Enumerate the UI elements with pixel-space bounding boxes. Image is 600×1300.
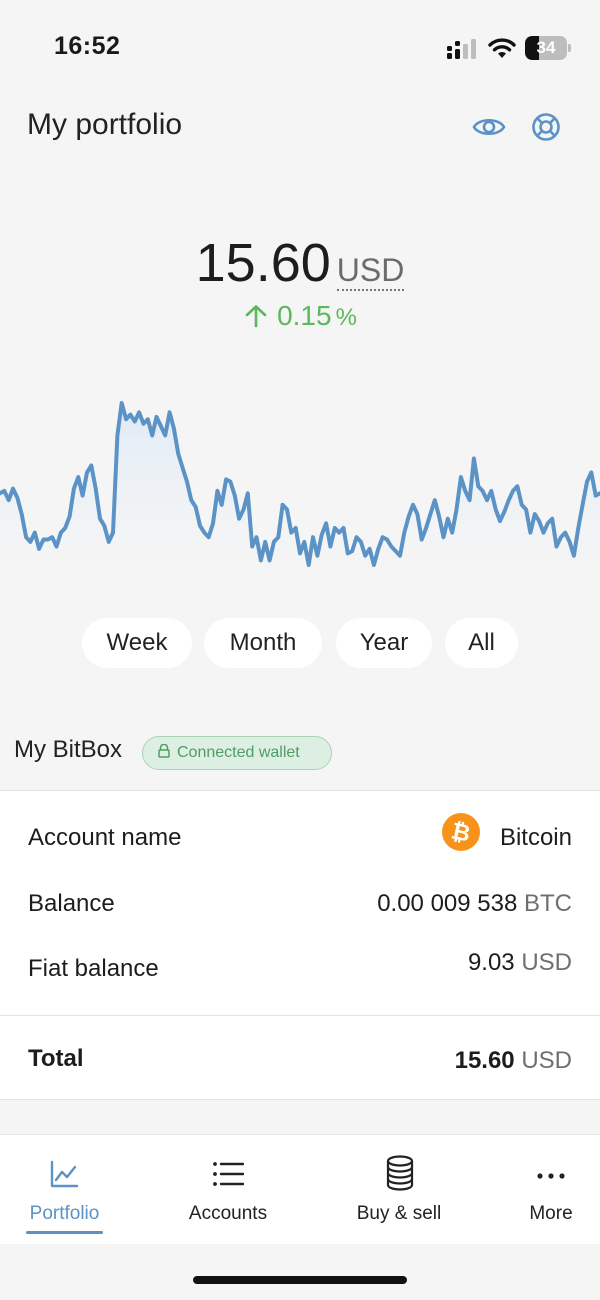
nav-more-label: More bbox=[529, 1203, 573, 1224]
battery-level: 34 bbox=[536, 38, 556, 57]
fiat-balance-label: Fiat balance bbox=[28, 955, 159, 982]
bottom-nav: Portfolio Accounts Buy & sell More bbox=[0, 1134, 600, 1244]
tab-month[interactable]: Month bbox=[204, 618, 322, 668]
wifi-icon bbox=[488, 38, 516, 58]
list-icon bbox=[213, 1162, 244, 1186]
portfolio-amount: 15.60 USD bbox=[0, 232, 600, 294]
balance-unit: BTC bbox=[524, 890, 572, 917]
tab-all[interactable]: All bbox=[445, 618, 518, 668]
device-label: My BitBox bbox=[14, 736, 123, 763]
tab-year[interactable]: Year bbox=[336, 618, 432, 668]
total-amount: 15.60 bbox=[454, 1047, 515, 1074]
account-name-value: Bitcoin bbox=[499, 824, 572, 851]
percent-change: 0.15% bbox=[0, 300, 600, 332]
lock-icon bbox=[158, 744, 170, 759]
status-time: 16:52 bbox=[54, 32, 121, 60]
amount-value: 15.60 bbox=[195, 233, 331, 293]
arrow-up-icon bbox=[245, 304, 267, 327]
lifebuoy-icon[interactable] bbox=[530, 111, 562, 143]
battery-cap bbox=[568, 44, 571, 52]
nav-buy-sell-label: Buy & sell bbox=[356, 1203, 442, 1224]
status-bar: 16:52 34 bbox=[0, 0, 600, 90]
balance-value: 0.00 009 538 BTC bbox=[377, 890, 572, 918]
portfolio-chart[interactable] bbox=[0, 385, 600, 585]
total-value: 15.60 USD bbox=[455, 1047, 572, 1075]
bitcoin-icon: ₿ bbox=[442, 813, 480, 851]
fiat-balance-value: 9.03 USD bbox=[468, 949, 572, 977]
battery-body: 34 bbox=[525, 36, 567, 60]
account-name-label: Account name bbox=[28, 824, 182, 851]
nav-portfolio-label: Portfolio bbox=[29, 1203, 100, 1224]
change-unit: % bbox=[335, 304, 357, 331]
badge-label: Connected wallet bbox=[177, 744, 300, 761]
fiat-unit: USD bbox=[521, 949, 572, 976]
total-label: Total bbox=[28, 1045, 84, 1072]
connected-wallet-badge: Connected wallet bbox=[142, 736, 332, 770]
card-divider bbox=[0, 1015, 600, 1016]
total-unit: USD bbox=[521, 1047, 572, 1074]
nav-accounts[interactable]: Accounts bbox=[164, 1135, 292, 1245]
eye-icon[interactable] bbox=[472, 112, 506, 142]
nav-accounts-label: Accounts bbox=[188, 1203, 268, 1224]
nav-more[interactable]: More bbox=[506, 1135, 596, 1245]
fiat-amount: 9.03 bbox=[467, 949, 515, 976]
coins-icon bbox=[386, 1155, 414, 1191]
balance-label: Balance bbox=[28, 890, 115, 917]
battery-indicator: 34 bbox=[525, 36, 571, 60]
range-tabs: Week Month Year All bbox=[0, 618, 600, 670]
account-card[interactable]: Account name ₿ Bitcoin Balance 0.00 009 … bbox=[0, 790, 600, 1100]
tab-week[interactable]: Week bbox=[82, 618, 192, 668]
change-value: 0.15 bbox=[277, 300, 332, 331]
more-icon bbox=[537, 1173, 565, 1179]
home-indicator bbox=[193, 1276, 407, 1284]
chart-icon bbox=[50, 1160, 79, 1188]
nav-buy-sell[interactable]: Buy & sell bbox=[330, 1135, 468, 1245]
cellular-signal-icon bbox=[447, 39, 476, 59]
nav-portfolio[interactable]: Portfolio bbox=[0, 1135, 129, 1245]
balance-amount: 0.00 009 538 bbox=[377, 890, 518, 917]
currency-toggle[interactable]: USD bbox=[336, 252, 405, 291]
page-title: My portfolio bbox=[27, 108, 183, 141]
nav-active-underline bbox=[26, 1231, 103, 1234]
